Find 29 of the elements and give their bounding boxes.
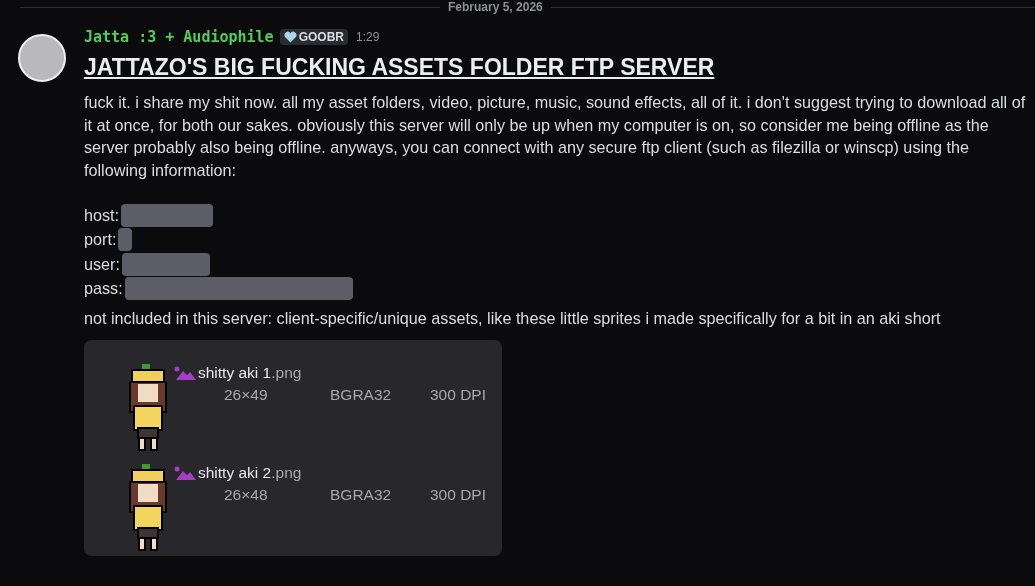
message-heading: JATTAZO'S BIG FUCKING ASSETS FOLDER FTP SERVER — [84, 54, 716, 81]
field-label: port: — [84, 230, 117, 250]
image-dpi: 300 DPI — [430, 385, 487, 404]
pixel-format: BGRA32 — [330, 385, 393, 404]
message-paragraph: fuck it. i share my shit now. all my asset folders, video, picture, music, sound effects, all of it. i don't suggest trying to download all of it at once, for both our sakes. obviously this server will only be up when my computer is on, so consider me being offline as the server probably also being offline. anyways, you can connect with any secure ftp client (such as filezilla or winscp) using the following information: — [84, 92, 1027, 181]
file-name: shitty aki 1 — [198, 363, 272, 382]
spoiler-block[interactable] — [122, 252, 210, 276]
guild-tag[interactable]: GOOBR — [279, 29, 348, 45]
image-dimensions: 26×49 — [224, 385, 269, 404]
file-extension: .png — [271, 363, 302, 382]
author-name[interactable]: Jatta :3 + Audiophile — [84, 28, 274, 46]
field-label: pass: — [84, 279, 123, 299]
file-extension: .png — [271, 463, 302, 482]
pixel-format: BGRA32 — [330, 485, 393, 504]
date-divider-text: February 5, 2026 — [447, 0, 544, 14]
spoiler-block[interactable] — [118, 228, 133, 252]
message-note: not included in this server: client-specific/unique assets, like these little sprites i made specifically for a bit in an aki short — [84, 308, 942, 329]
spoiler-block[interactable] — [124, 277, 353, 301]
heart-icon — [283, 31, 297, 43]
spoiler-block[interactable] — [121, 203, 214, 227]
avatar[interactable] — [18, 34, 66, 82]
timestamp: 1:29 — [356, 30, 380, 44]
image-icon — [174, 465, 196, 480]
image-dimensions: 26×48 — [224, 485, 269, 504]
image-icon — [174, 365, 196, 380]
field-label: user: — [84, 254, 120, 274]
file-name: shitty aki 2 — [198, 463, 272, 482]
image-dpi: 300 DPI — [430, 485, 487, 504]
field-label: host: — [84, 205, 120, 225]
